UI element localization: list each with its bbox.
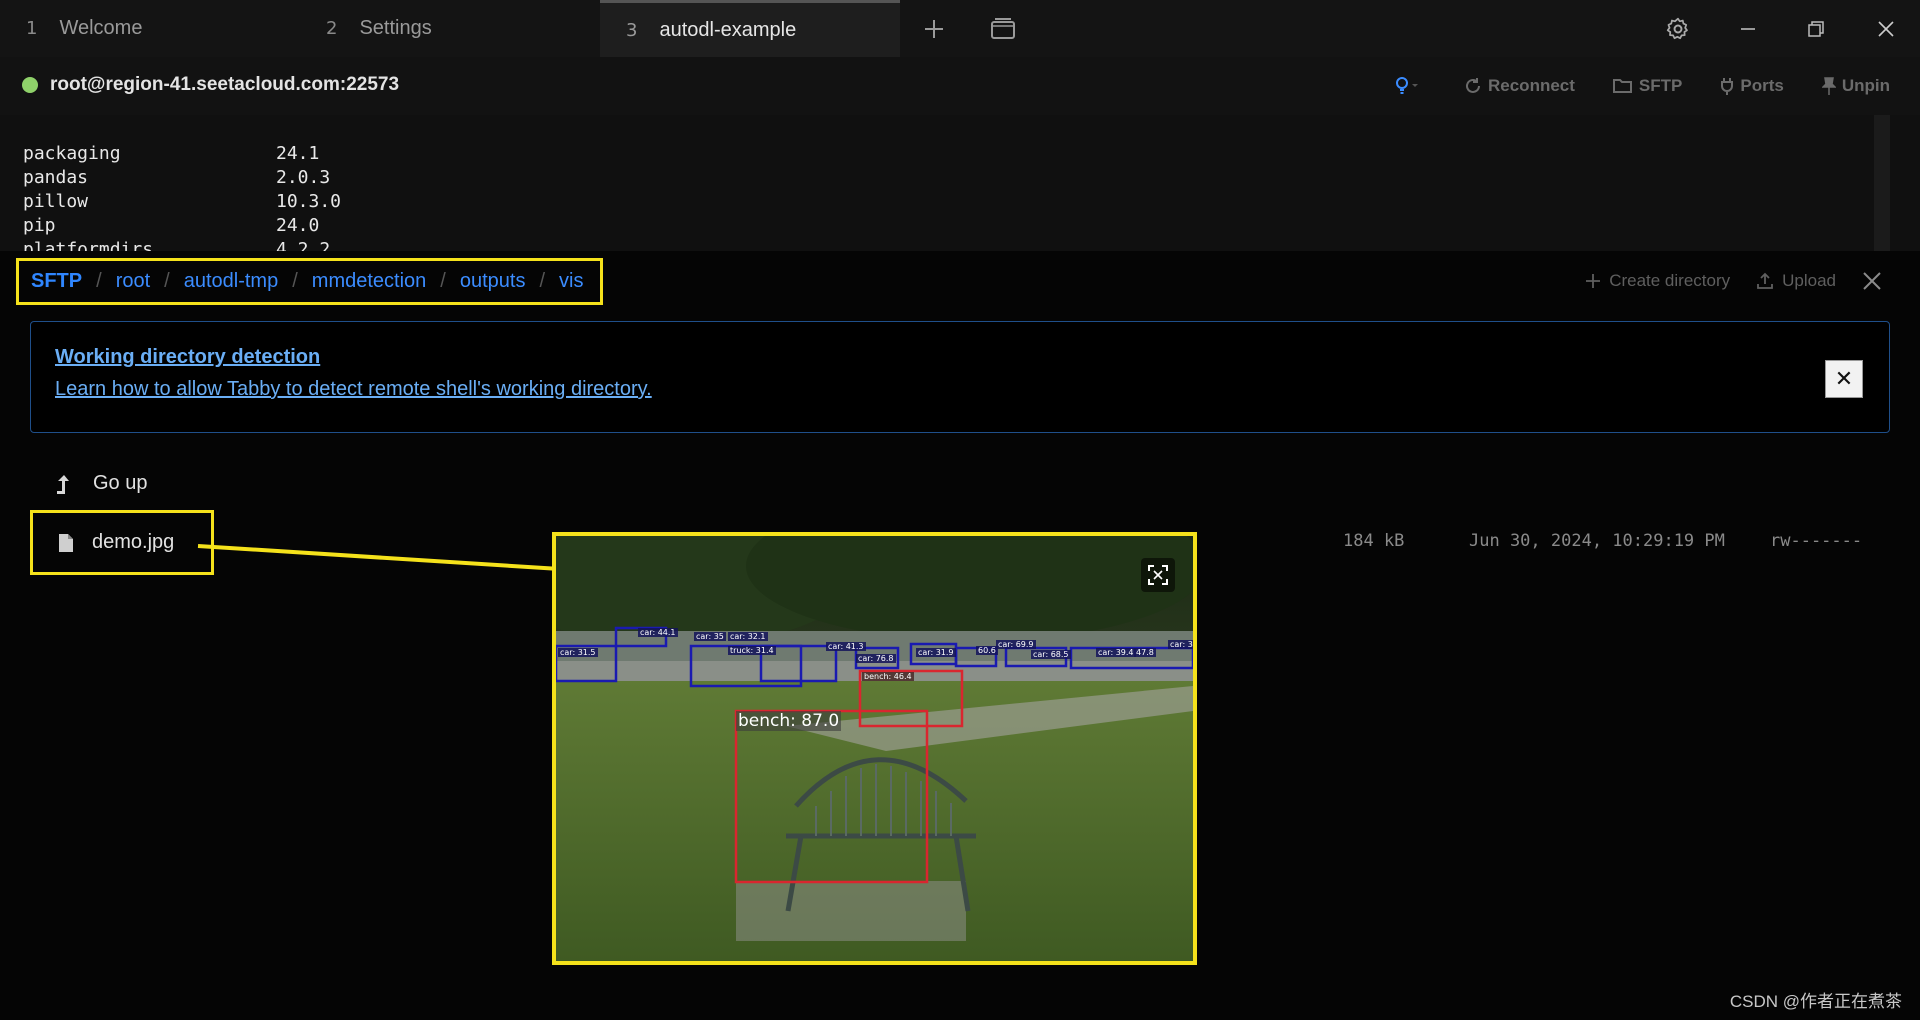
create-directory-label: Create directory <box>1609 271 1731 290</box>
detection-label: car: 31.5 <box>558 648 598 657</box>
tab-welcome[interactable]: 1 Welcome <box>0 0 300 57</box>
connection-host: root@region-41.seetacloud.com:22573 <box>50 74 400 95</box>
reconnect-label: Reconnect <box>1488 76 1575 95</box>
tab-autodl-example[interactable]: 3 autodl-example <box>600 0 900 57</box>
tab-label: Settings <box>359 17 432 39</box>
detection-label: bench: 87.0 <box>736 711 842 731</box>
annotation-arrow <box>197 544 583 571</box>
terminal-line: platformdirs 4.2.2 <box>23 239 331 251</box>
restore-button[interactable] <box>1788 0 1844 57</box>
ports-button[interactable]: Ports <box>1720 76 1784 96</box>
file-size: 184 kB <box>1343 531 1405 551</box>
connection-bar: root@region-41.seetacloud.com:22573 Reco… <box>0 57 1920 115</box>
sftp-label: SFTP <box>1638 76 1683 95</box>
fullscreen-button[interactable] <box>1141 558 1175 592</box>
terminal-output[interactable]: packaging 24.1 pandas 2.0.3 pillow 10.3.0 p… <box>0 115 1920 251</box>
tab-number: 3 <box>626 19 638 41</box>
detection-label: 47.8 <box>1134 648 1156 657</box>
restore-icon <box>1808 20 1824 37</box>
detection-label: truck: 31.4 <box>728 646 776 655</box>
detection-label: car: 41.3 <box>826 642 866 651</box>
detection-label: car: 68.5 <box>1031 650 1071 659</box>
connection-status-dot <box>22 77 38 93</box>
terminal-scrollbar[interactable] <box>1874 115 1890 251</box>
window-stack-icon <box>991 17 1015 39</box>
tab-bar: 1 Welcome 2 Settings 3 autodl-example <box>0 0 1920 57</box>
tab-label: Welcome <box>59 17 143 39</box>
expand-icon <box>1148 565 1168 585</box>
file-permissions: rw------- <box>1770 531 1863 551</box>
plus-icon <box>925 19 943 38</box>
close-icon: ✕ <box>1834 366 1854 391</box>
tab-number: 2 <box>326 18 338 39</box>
upload-button[interactable]: Upload <box>1756 271 1836 291</box>
unpin-button[interactable]: Unpin <box>1821 76 1890 96</box>
settings-button[interactable] <box>1650 0 1706 57</box>
plus-icon <box>1586 274 1601 288</box>
upload-label: Upload <box>1782 271 1836 290</box>
detection-label: car: 32.1 <box>728 632 768 641</box>
layout-button[interactable] <box>975 0 1031 57</box>
ports-label: Ports <box>1740 76 1784 95</box>
tab-settings[interactable]: 2 Settings <box>300 0 600 57</box>
sftp-panel: SFTP / root / autodl-tmp / mmdetection /… <box>0 251 1920 1020</box>
detection-label: bench: 46.4 <box>862 672 914 681</box>
detection-label: car: 44.1 <box>638 628 678 637</box>
file-date: Jun 30, 2024, 10:29:19 PM <box>1469 531 1725 551</box>
close-window-button[interactable] <box>1858 0 1914 57</box>
upload-icon <box>1757 272 1774 289</box>
image-preview[interactable]: bench: 87.0 bench: 46.4 car: 31.5 car: 4… <box>552 532 1197 965</box>
detection-label: car: 39.4 <box>1096 648 1136 657</box>
new-tab-button[interactable] <box>906 0 962 57</box>
create-directory-button[interactable]: Create directory <box>1585 271 1730 291</box>
sftp-button[interactable]: SFTP <box>1612 76 1683 96</box>
preview-image <box>556 536 1193 961</box>
close-sftp-button[interactable] <box>1862 271 1890 291</box>
terminal-line: packaging 24.1 <box>23 143 320 164</box>
minimize-button[interactable] <box>1720 0 1776 57</box>
tab-number: 1 <box>26 18 38 39</box>
reconnect-button[interactable]: Reconnect <box>1464 76 1575 96</box>
detection-label: car: 31.9 <box>916 648 956 657</box>
terminal-line: pillow 10.3.0 <box>23 191 342 212</box>
close-icon <box>1863 272 1881 290</box>
gear-icon <box>1666 17 1688 39</box>
detection-label: car: 35 <box>694 632 726 641</box>
detection-label: car: 3 <box>1168 640 1193 649</box>
detection-label: car: 76.8 <box>856 654 896 663</box>
refresh-icon <box>1466 78 1480 93</box>
plug-icon <box>1721 78 1734 95</box>
detection-label: car: 69.9 <box>996 640 1036 649</box>
terminal-line: pandas 2.0.3 <box>23 167 331 188</box>
notice-close-button[interactable]: ✕ <box>1825 360 1863 398</box>
pin-icon <box>1821 77 1836 95</box>
minimize-icon <box>1741 27 1755 30</box>
unpin-label: Unpin <box>1841 76 1890 95</box>
detection-label: 60.6 <box>976 646 998 655</box>
hint-button[interactable] <box>1394 76 1426 96</box>
folder-open-icon <box>1612 79 1632 93</box>
tab-label: autodl-example <box>659 18 797 41</box>
lightbulb-icon <box>1396 77 1418 94</box>
close-icon <box>1878 20 1894 37</box>
watermark: CSDN @作者正在煮茶 <box>1729 992 1902 1011</box>
terminal-line: pip 24.0 <box>23 215 320 236</box>
